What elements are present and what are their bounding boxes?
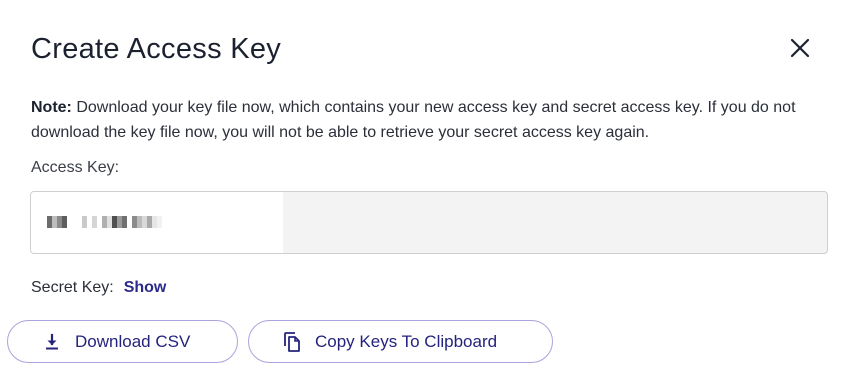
close-icon	[790, 38, 810, 58]
copy-icon	[281, 331, 303, 353]
redacted-key-pixels	[47, 216, 162, 228]
download-csv-button[interactable]: Download CSV	[7, 320, 238, 363]
download-icon	[41, 331, 63, 353]
note-label: Note:	[31, 99, 72, 116]
access-key-label: Access Key:	[31, 159, 120, 176]
secret-key-label: Secret Key:	[31, 279, 114, 296]
access-key-value-redacted	[31, 192, 283, 253]
note-paragraph: Note: Download your key file now, which …	[31, 95, 821, 145]
download-csv-label: Download CSV	[75, 331, 191, 351]
dialog-title: Create Access Key	[31, 33, 282, 65]
show-secret-link[interactable]: Show	[124, 278, 167, 298]
close-button[interactable]	[786, 34, 814, 62]
access-key-field[interactable]	[30, 191, 828, 254]
secret-key-row: Secret Key: Show	[31, 278, 166, 298]
note-text: Download your key file now, which contai…	[31, 99, 796, 141]
copy-keys-button[interactable]: Copy Keys To Clipboard	[248, 320, 553, 363]
copy-keys-label: Copy Keys To Clipboard	[315, 331, 498, 351]
create-access-key-dialog: Create Access Key Note: Download your ke…	[0, 0, 845, 373]
